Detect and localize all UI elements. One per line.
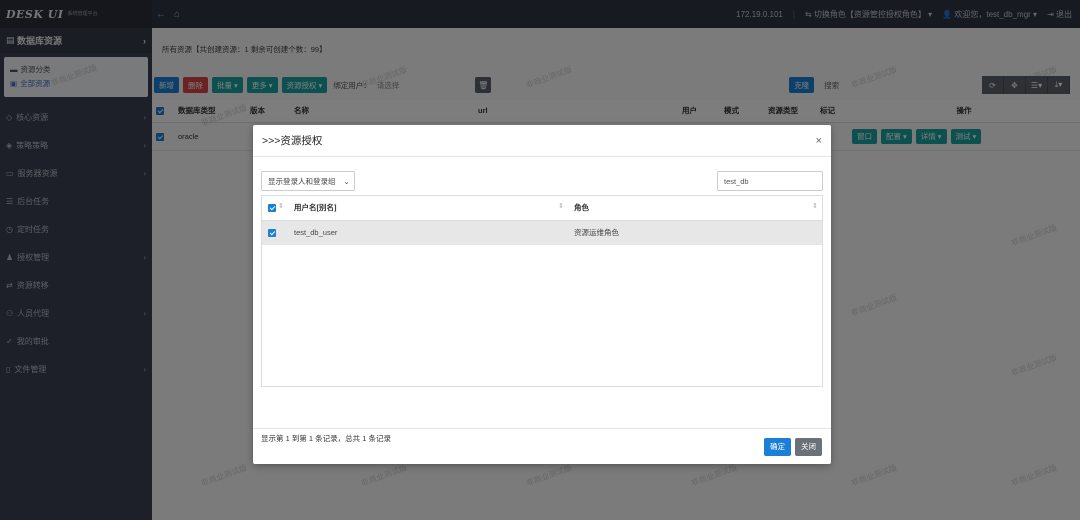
close-button[interactable]: 关闭: [795, 437, 822, 456]
select-all-cell[interactable]: ⇕: [262, 196, 288, 221]
col-username-label: 用户名[别名]: [294, 203, 337, 213]
cell-username: test_db_user: [288, 220, 568, 245]
sort-icon: ⇕: [558, 203, 564, 210]
dialog-title: >>>资源授权: [262, 135, 323, 147]
table-row[interactable]: test_db_user 资源运维角色: [262, 220, 822, 245]
dialog-footer: 确定 关闭: [253, 428, 831, 464]
checkbox[interactable]: [268, 204, 276, 213]
search-value: test_db: [724, 176, 749, 186]
row-select-cell[interactable]: [262, 220, 288, 245]
user-table: ⇕ 用户名[别名] ⇕ 角色 ⇕ test_db_user 资源运维角色: [262, 196, 822, 245]
search-input[interactable]: test_db: [717, 171, 823, 191]
select-value: 显示登录人和登录组: [268, 176, 336, 186]
user-table-container: ⇕ 用户名[别名] ⇕ 角色 ⇕ test_db_user 资源运维角色: [261, 195, 823, 387]
user-scope-select[interactable]: 显示登录人和登录组 ⌄: [261, 171, 355, 191]
chevron-down-icon: ⌄: [343, 176, 350, 186]
filter-row: 显示登录人和登录组 ⌄ test_db: [261, 170, 823, 192]
checkbox[interactable]: [268, 229, 276, 238]
dialog-body: 显示登录人和登录组 ⌄ test_db ⇕ 用户名[别名] ⇕ 角色 ⇕ tes…: [253, 157, 831, 443]
sort-icon: ⇕: [812, 203, 818, 210]
col-role[interactable]: 角色 ⇕: [568, 196, 822, 221]
close-icon[interactable]: ×: [816, 135, 822, 147]
sort-icon: ⇕: [278, 203, 284, 210]
cell-role: 资源运维角色: [568, 220, 822, 245]
dialog-header: >>>资源授权 ×: [253, 125, 831, 157]
confirm-button[interactable]: 确定: [764, 437, 791, 456]
grant-dialog: >>>资源授权 × 显示登录人和登录组 ⌄ test_db ⇕ 用户名[别名] ⇕…: [253, 125, 831, 464]
col-role-label: 角色: [574, 203, 589, 213]
col-username[interactable]: 用户名[别名] ⇕: [288, 196, 568, 221]
table-header-row: ⇕ 用户名[别名] ⇕ 角色 ⇕: [262, 196, 822, 221]
